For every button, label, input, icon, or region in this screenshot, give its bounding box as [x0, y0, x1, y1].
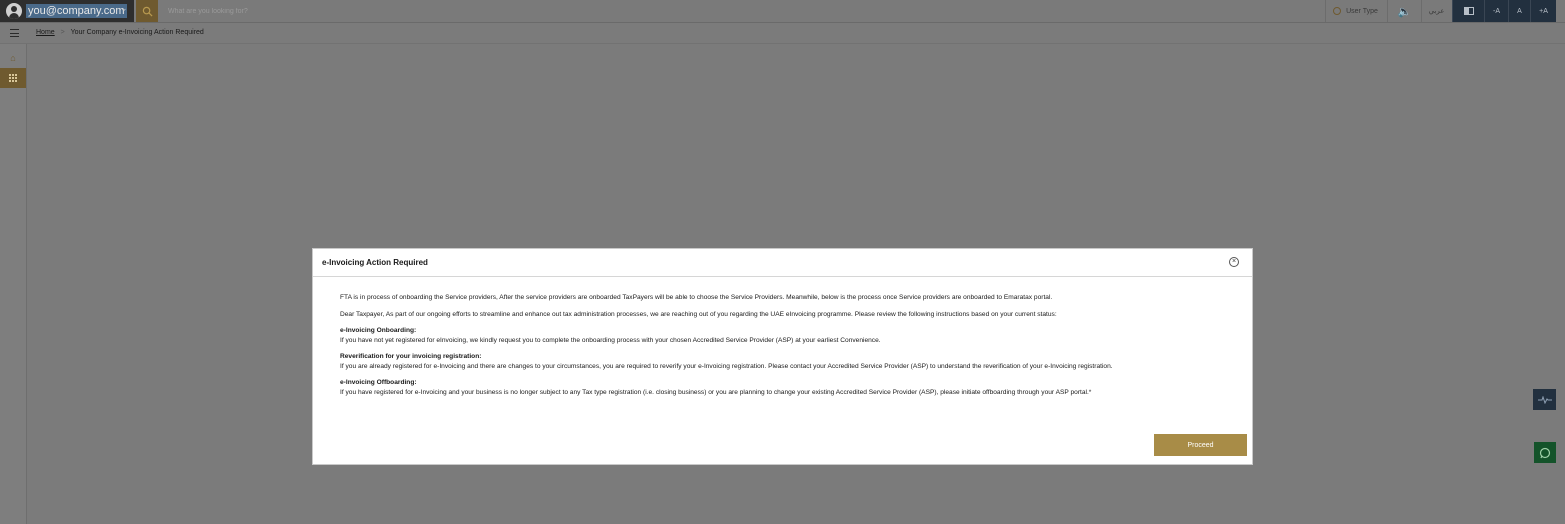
language-toggle[interactable]: عربي: [1421, 0, 1451, 22]
section-text: If you have not yet registered for eInvo…: [340, 336, 881, 344]
breadcrumb-bar: Home > Your Company e-Invoicing Action R…: [0, 24, 1565, 44]
section-text: If you are already registered for e-Invo…: [340, 362, 1113, 370]
contrast-toggle[interactable]: [1452, 0, 1484, 22]
top-bar: you@company.com ⌄ User Type 🔈 عربي -A A …: [0, 0, 1565, 23]
user-type-selector[interactable]: User Type: [1325, 0, 1385, 22]
section-heading: e-Invoicing Onboarding:: [340, 327, 417, 334]
chevron-down-icon[interactable]: ⌄: [120, 3, 128, 14]
proceed-button[interactable]: Proceed: [1154, 434, 1247, 456]
modal-intro: FTA is in process of onboarding the Serv…: [340, 294, 1053, 301]
rail-apps-button[interactable]: [0, 68, 26, 88]
breadcrumb: Home > Your Company e-Invoicing Action R…: [36, 29, 204, 36]
home-icon: ⌂: [10, 53, 16, 63]
user-type-icon: [1333, 7, 1342, 15]
search-button[interactable]: [136, 0, 158, 22]
whatsapp-icon: [1539, 447, 1551, 458]
user-email: you@company.com: [26, 4, 127, 18]
font-normal-button[interactable]: A: [1508, 0, 1530, 22]
breadcrumb-home[interactable]: Home: [36, 29, 55, 36]
contrast-icon: [1463, 7, 1474, 15]
user-menu[interactable]: you@company.com ⌄: [0, 0, 134, 22]
section-heading: e-Invoicing Offboarding:: [340, 379, 417, 386]
modal-dear: Dear Taxpayer, As part of our ongoing ef…: [340, 310, 1057, 318]
font-decrease-button[interactable]: -A: [1484, 0, 1508, 22]
speaker-icon: 🔈: [1397, 5, 1412, 18]
breadcrumb-company[interactable]: Your Company: [71, 29, 117, 36]
font-increase-button[interactable]: +A: [1530, 0, 1556, 22]
close-icon[interactable]: ×: [1229, 257, 1239, 267]
user-type-label: User Type: [1346, 7, 1378, 15]
breadcrumb-separator: >: [60, 29, 65, 36]
speaker-button[interactable]: 🔈: [1387, 0, 1421, 22]
pulse-icon: [1537, 395, 1552, 404]
rail-home-button[interactable]: ⌂: [0, 48, 26, 68]
breadcrumb-current: e-Invoicing Action Required: [118, 29, 204, 36]
section-reverification: Reverification for your invoicing regist…: [340, 352, 1220, 371]
section-heading: Reverification for your invoicing regist…: [340, 353, 482, 360]
left-rail: ⌂: [0, 44, 27, 524]
search-icon: [142, 6, 153, 17]
modal-body: FTA is in process of onboarding the Serv…: [340, 293, 1220, 404]
pulse-button[interactable]: [1533, 389, 1556, 410]
modal-header: e-Invoicing Action Required ×: [313, 249, 1252, 277]
modal-title: e-Invoicing Action Required: [322, 258, 428, 267]
search-input[interactable]: [160, 2, 860, 20]
section-onboarding: e-Invoicing Onboarding: If you have not …: [340, 326, 1220, 345]
section-text: If you have registered for e-Invoicing a…: [340, 388, 1092, 396]
section-offboarding: e-Invoicing Offboarding: If you have reg…: [340, 378, 1220, 397]
menu-icon[interactable]: [10, 29, 19, 37]
language-label: عربي: [1428, 8, 1445, 15]
grid-icon: [9, 74, 17, 82]
user-avatar-icon: [6, 3, 22, 19]
action-required-modal: e-Invoicing Action Required × FTA is in …: [312, 248, 1253, 465]
whatsapp-button[interactable]: [1534, 442, 1556, 463]
